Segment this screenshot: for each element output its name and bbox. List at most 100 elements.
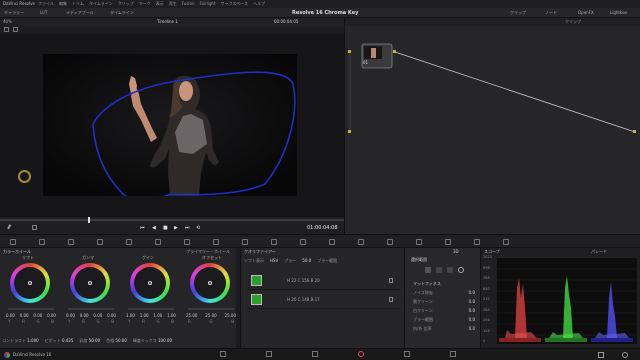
adjustment-field[interactable]: ピボット 0.435 [45, 339, 74, 343]
play-button[interactable]: ▶ [174, 226, 178, 231]
menu-item[interactable]: トリム [72, 2, 84, 6]
audio-icon[interactable] [32, 225, 37, 230]
delete-pick-icon[interactable] [389, 297, 393, 302]
qualifier-pick-row[interactable]: H 20 C 148 B 17 [247, 291, 401, 309]
openfx-button[interactable]: OpenFX [578, 10, 594, 17]
lightbox-button[interactable]: Lightbox [610, 10, 627, 17]
clips-button[interactable]: クリップ [510, 10, 526, 17]
pick-color-swatch[interactable] [251, 275, 262, 286]
wheel-crosshair[interactable] [208, 281, 212, 285]
menu-item[interactable]: ワークスペース [221, 2, 248, 6]
menu-item[interactable]: タイムライン [89, 2, 113, 6]
wheel-value[interactable]: 1.00 [167, 314, 176, 318]
wheel-value[interactable]: 1.00 [153, 314, 162, 318]
pick-color-swatch[interactable] [251, 294, 262, 305]
blur-icon[interactable] [329, 239, 335, 245]
menu-item[interactable]: 再生 [169, 2, 177, 6]
reverse-button[interactable]: ◀ [152, 226, 156, 231]
color-page-icon[interactable] [358, 351, 364, 357]
adjustment-value[interactable]: 50.00 [115, 338, 126, 343]
wheel-value[interactable]: 25.00 [186, 314, 197, 318]
video-frame[interactable] [43, 54, 297, 196]
nodes-button[interactable]: ノード [545, 10, 557, 17]
master-wheel-slider[interactable] [188, 308, 234, 310]
menu-item[interactable]: クリップ [118, 2, 134, 6]
output-dot[interactable] [633, 130, 636, 133]
wheel-crosshair[interactable] [148, 281, 152, 285]
qualifier-icon[interactable] [213, 239, 219, 245]
master-wheel-slider[interactable] [128, 308, 174, 310]
color-wheels-icon[interactable] [68, 239, 74, 245]
menu-item[interactable]: 表示 [156, 2, 164, 6]
adjustment-value[interactable]: 0.435 [62, 338, 73, 343]
edit-page-icon[interactable] [312, 351, 318, 357]
home-icon[interactable] [598, 352, 604, 358]
split-icon[interactable] [13, 27, 18, 32]
adjustment-field[interactable]: 彩度 50.00 [79, 339, 100, 343]
wheel-value[interactable]: 25.00 [205, 314, 216, 318]
first-frame-button[interactable]: ⏮ [140, 226, 145, 231]
soft-display-toggle[interactable]: ソフト表示 [244, 259, 264, 263]
lut-button[interactable]: LUT [40, 10, 47, 17]
master-wheel-slider[interactable] [68, 308, 114, 310]
rgb-mixer-icon[interactable] [97, 239, 103, 245]
loop-button[interactable]: ⟲ [196, 226, 200, 231]
eyedropper-minus-icon[interactable] [436, 267, 442, 273]
media-page-icon[interactable] [220, 351, 226, 357]
color-wheel[interactable] [10, 263, 50, 303]
scrubber-track[interactable] [0, 219, 344, 221]
magic-mask-icon[interactable] [300, 239, 306, 245]
fairlight-page-icon[interactable] [404, 351, 410, 357]
timeline-name[interactable]: Timeline 1 [157, 20, 178, 24]
pen-icon[interactable] [7, 224, 14, 231]
window-icon[interactable] [242, 239, 248, 245]
tracker-point-icon[interactable] [18, 170, 31, 183]
menu-item[interactable]: Fusion [182, 2, 195, 6]
fullscreen-icon[interactable] [503, 239, 509, 245]
wheel-value[interactable]: 1.00 [140, 314, 149, 318]
scopes-icon[interactable] [474, 239, 480, 245]
media-pool-button[interactable]: メディアプール [66, 10, 94, 17]
timeline-button[interactable]: タイムライン [110, 10, 134, 17]
wheel-mode-dropdown[interactable]: プライマリー・ホイール [186, 250, 230, 254]
eyedropper-plus-icon[interactable] [447, 267, 453, 273]
motion-effects-icon[interactable] [126, 239, 132, 245]
key-icon[interactable] [358, 239, 364, 245]
layout-icon[interactable] [4, 27, 9, 32]
adjustment-field[interactable]: 色相 50.00 [106, 339, 127, 343]
clip-dropdown[interactable]: クリップ [565, 20, 581, 24]
info-icon[interactable] [445, 239, 451, 245]
adjustment-field[interactable]: 輝度ミックス 100.00 [133, 339, 172, 343]
gallery-button[interactable]: ギャラリー [4, 10, 24, 17]
scope-mode-dropdown[interactable]: パレード [591, 250, 607, 254]
source-input-dot[interactable] [348, 50, 351, 53]
master-wheel-slider[interactable] [8, 308, 54, 310]
wheel-crosshair[interactable] [88, 281, 92, 285]
adjustment-value[interactable]: 50.00 [89, 338, 100, 343]
color-match-icon[interactable] [39, 239, 45, 245]
curves-icon[interactable] [155, 239, 161, 245]
wheel-value[interactable]: 25.00 [225, 314, 236, 318]
matte-value[interactable]: 0.0 [469, 327, 475, 336]
sizing-icon[interactable] [387, 239, 393, 245]
adjustment-field[interactable]: コントラスト 1.000 [2, 339, 39, 343]
menu-item[interactable]: Fairlight [200, 2, 216, 6]
tracker-icon[interactable] [271, 239, 277, 245]
node-output-dot[interactable] [393, 50, 396, 53]
mode-3d-toggle[interactable]: 3D [453, 250, 459, 254]
menu-item[interactable]: マーク [139, 2, 151, 6]
delete-pick-icon[interactable] [389, 278, 393, 283]
wheel-value[interactable]: 0.00 [33, 314, 42, 318]
adjustment-value[interactable]: 1.000 [27, 338, 38, 343]
wheel-crosshair[interactable] [28, 281, 32, 285]
stop-button[interactable]: ■ [163, 226, 168, 231]
wheel-value[interactable]: 0.00 [66, 314, 75, 318]
colorspace-select[interactable]: HSV [270, 259, 278, 263]
wheel-value[interactable]: 0.00 [47, 314, 56, 318]
invert-icon[interactable] [458, 267, 464, 273]
zoom-level[interactable]: 40% [3, 20, 12, 24]
wheel-value[interactable]: 0.00 [93, 314, 102, 318]
playhead[interactable] [88, 217, 90, 223]
wheel-value[interactable]: 0.00 [20, 314, 29, 318]
qualifier-pick-row[interactable]: H 22 C 156 B 20 [247, 272, 401, 290]
